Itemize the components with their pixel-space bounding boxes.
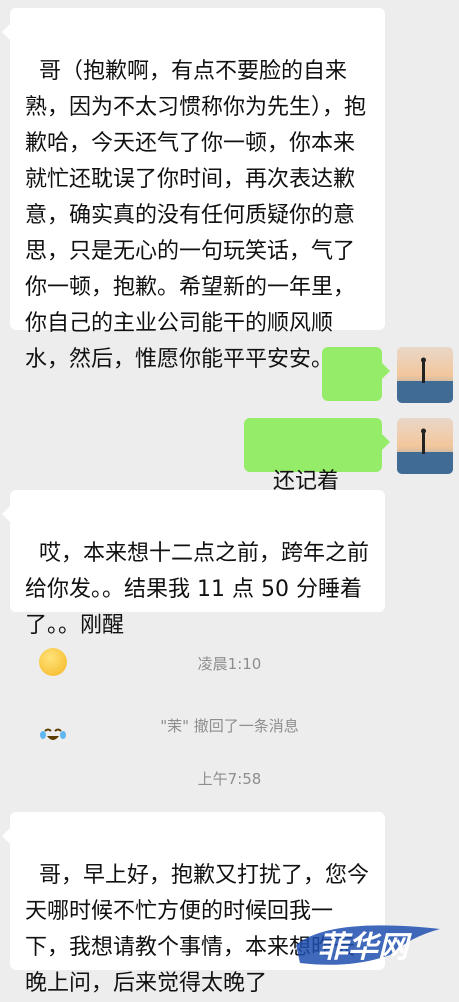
message-bubble-outgoing[interactable]: 还记着呢？ — [244, 418, 390, 530]
recall-notice: "茉" 撤回了一条消息 — [160, 717, 299, 735]
message-bubble-incoming[interactable]: 哥（抱歉啊，有点不要脸的自来熟，因为不太习惯称你为先生），抱歉哈，今天还气了你一… — [2, 8, 385, 372]
watermark-logo: 菲华网 — [290, 915, 450, 975]
message-text: 哎，本来想十二点之前，跨年之前给你发。。结果我 11 点 50 分睡着了。。刚醒 — [25, 541, 370, 638]
message-text: 哥（抱歉啊，有点不要脸的自来熟，因为不太习惯称你为先生），抱歉哈，今天还气了你一… — [25, 59, 367, 372]
message-bubble-incoming[interactable]: 哎，本来想十二点之前，跨年之前给你发。。结果我 11 点 50 分睡着了。。刚醒 — [2, 490, 385, 740]
timestamp: 凌晨1:10 — [197, 655, 262, 673]
avatar[interactable] — [397, 418, 453, 474]
avatar[interactable] — [397, 347, 453, 403]
message-bubble-outgoing[interactable] — [322, 347, 390, 530]
timestamp: 上午7:58 — [197, 770, 262, 788]
watermark-text: 菲华网 — [318, 930, 412, 965]
